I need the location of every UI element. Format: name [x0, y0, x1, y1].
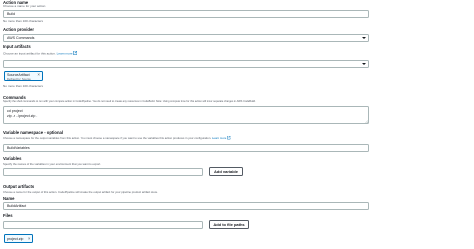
external-link-icon: [227, 136, 231, 140]
input-artifacts-label: Input artifacts: [3, 44, 31, 49]
commands-textarea[interactable]: cd project zip -r ../project.zip .: [3, 106, 369, 124]
variable-namespace-learn-more-link[interactable]: Learn more: [212, 136, 226, 140]
file-path-token: project.zip ×: [4, 234, 33, 243]
resize-handle-icon[interactable]: [364, 119, 368, 123]
close-icon[interactable]: ×: [37, 72, 40, 77]
add-to-file-paths-button[interactable]: Add to file paths: [209, 220, 249, 229]
file-path-token-label: project.zip: [7, 237, 24, 241]
action-provider-select[interactable]: AWS Commands: [3, 34, 369, 42]
variables-description: Specify the names of the variables in yo…: [3, 162, 101, 166]
variable-namespace-input[interactable]: BuildVariables: [3, 144, 369, 152]
output-artifacts-description: Choose a name for the output of this act…: [3, 190, 159, 194]
variables-input[interactable]: [3, 168, 203, 176]
output-artifact-name-input[interactable]: BuildArtifact: [3, 202, 369, 210]
commands-line-2: zip -r ../project.zip .: [7, 114, 38, 118]
input-artifacts-learn-more-link[interactable]: Learn more: [57, 52, 73, 56]
input-artifacts-hint: No more than 100 characters: [3, 84, 44, 88]
input-artifact-token-detail: Defined by: Source: [7, 77, 31, 81]
variables-label: Variables: [3, 156, 22, 161]
add-variable-button[interactable]: Add variable: [209, 167, 243, 176]
variable-namespace-description: Choose a namespace for the output variab…: [3, 136, 231, 140]
chevron-down-icon: [362, 63, 366, 65]
variable-namespace-label: Variable namespace - optional: [3, 130, 64, 135]
action-name-hint: No more than 100 characters: [3, 19, 44, 23]
commands-description: Specify the shell commands to run with y…: [3, 100, 256, 103]
files-input[interactable]: [3, 221, 203, 229]
variable-namespace-description-text: Choose a namespace for the output variab…: [3, 136, 212, 140]
close-icon[interactable]: ×: [28, 236, 31, 241]
action-name-input[interactable]: Build: [3, 10, 369, 18]
input-artifacts-select[interactable]: [3, 60, 369, 68]
name-label: Name: [3, 196, 15, 201]
external-link-icon: [73, 51, 78, 55]
action-provider-label: Action provider: [3, 27, 34, 32]
action-name-description: Choose a name for your action: [3, 4, 46, 8]
input-artifact-token: SourceArtifact Defined by: Source ×: [4, 71, 43, 81]
files-label: Files: [3, 213, 13, 218]
chevron-down-icon: [362, 37, 366, 39]
output-artifacts-label: Output artifacts: [3, 184, 35, 189]
input-artifacts-description: Choose an input artifact for this action…: [3, 51, 78, 56]
action-provider-value: AWS Commands: [7, 36, 35, 40]
input-artifacts-description-text: Choose an input artifact for this action…: [3, 51, 56, 56]
